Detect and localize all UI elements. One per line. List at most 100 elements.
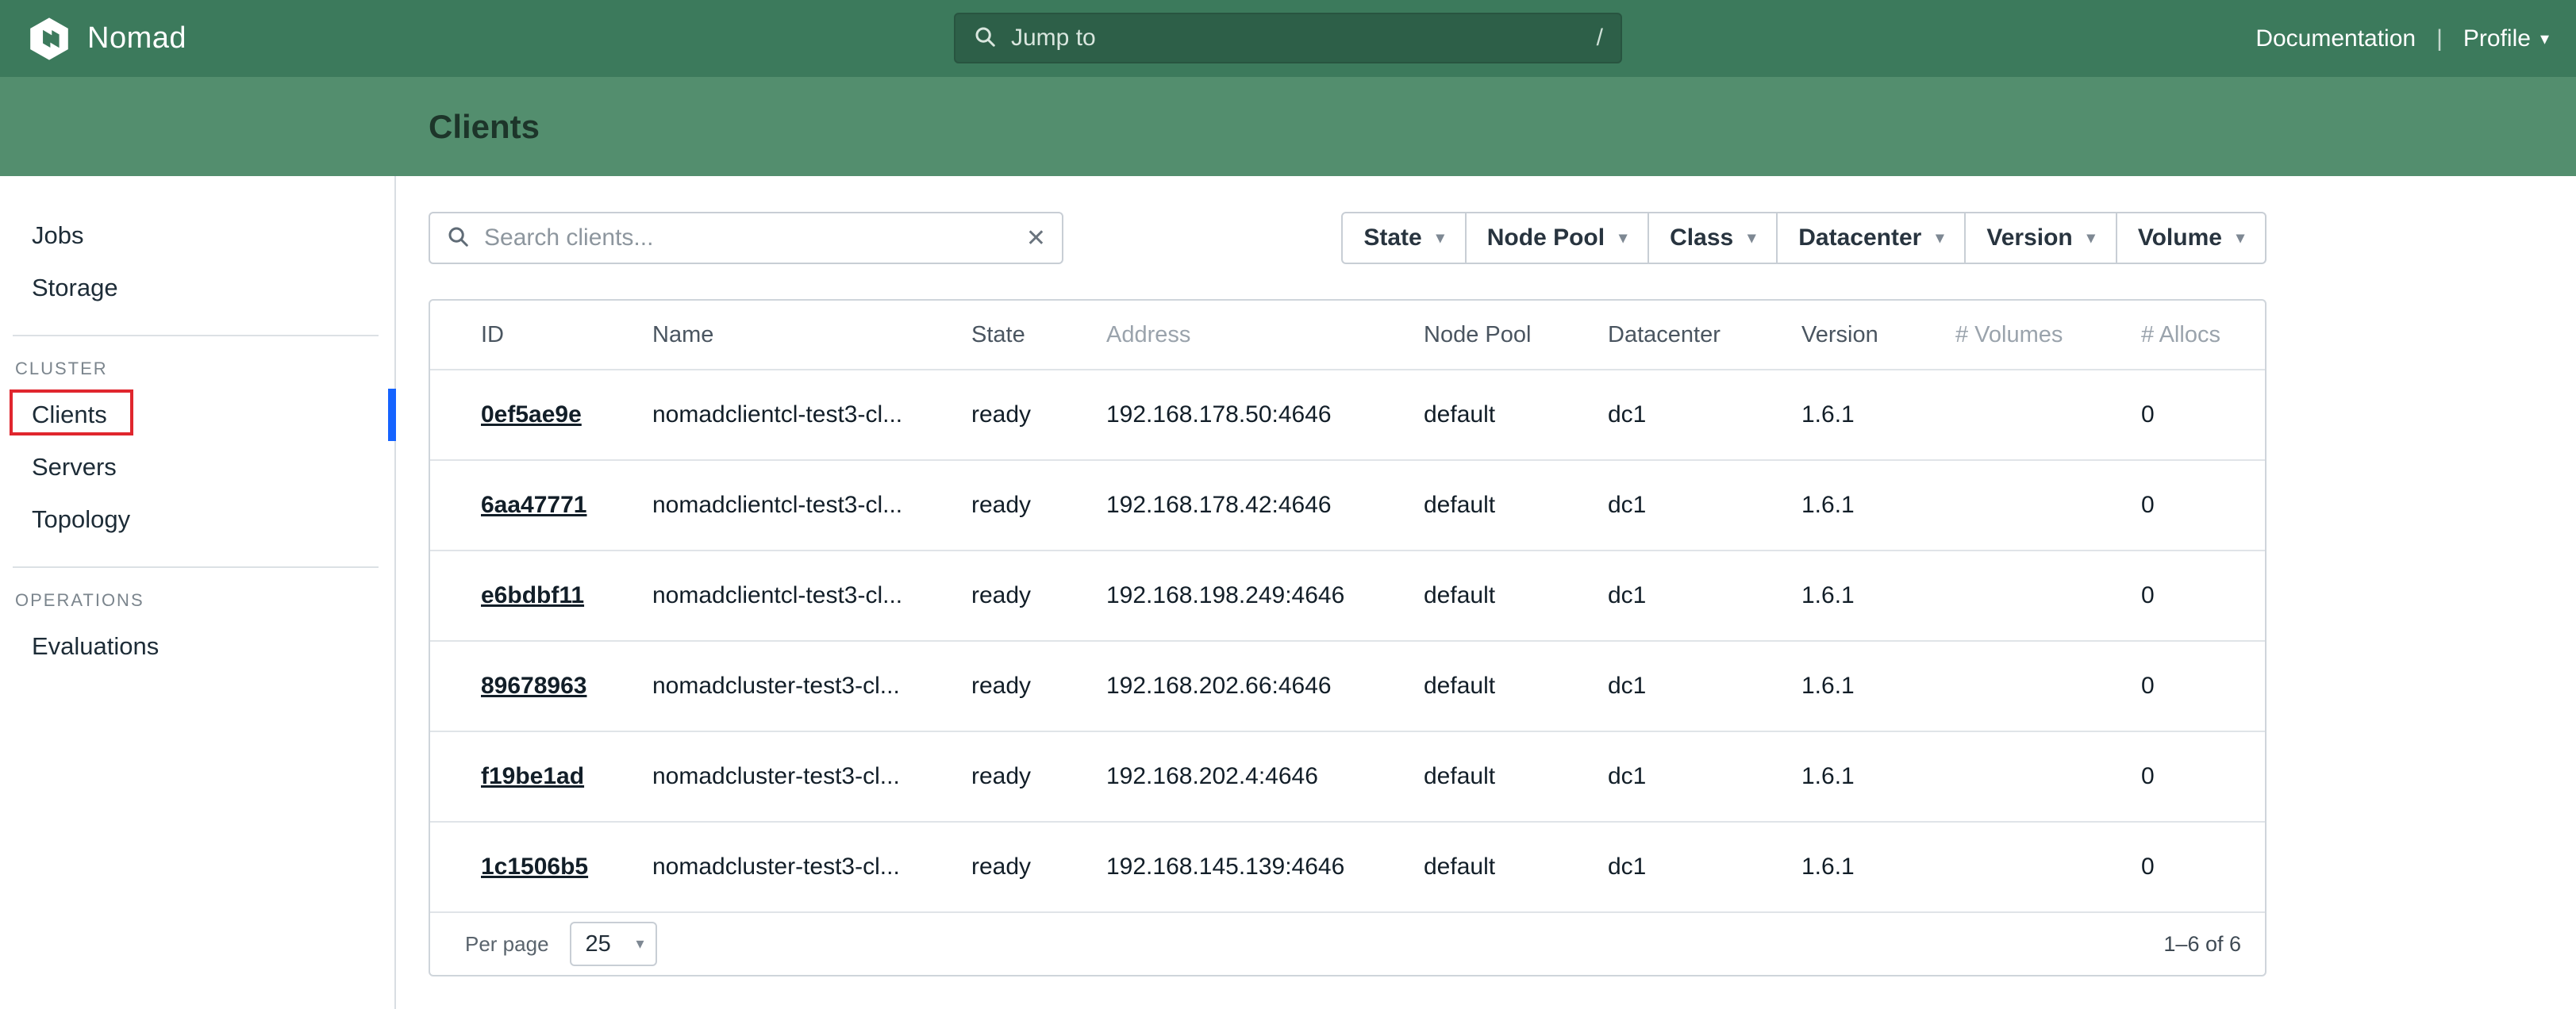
table-row[interactable]: 89678963 nomadcluster-test3-cl... ready … [430,640,2265,731]
filter-volume[interactable]: Volume▾ [2116,212,2266,264]
filter-state[interactable]: State▾ [1341,212,1466,264]
column-header-volumes: # Volumes [1955,322,2141,348]
column-header-id[interactable]: ID [481,322,652,348]
client-state: ready [971,582,1106,609]
sidebar-item-servers[interactable]: Servers [0,441,394,493]
nomad-app: Nomad / Documentation | Profile ▾ Client… [0,0,2576,1009]
client-allocs: 0 [2141,401,2265,428]
client-name: nomadclientcl-test3-cl... [652,582,971,609]
sidebar-divider [13,335,379,336]
client-state: ready [971,492,1106,519]
filter-class[interactable]: Class▾ [1647,212,1778,264]
client-node-pool: default [1424,492,1608,519]
client-name: nomadcluster-test3-cl... [652,763,971,790]
client-node-pool: default [1424,854,1608,880]
table-row[interactable]: 1c1506b5 nomadcluster-test3-cl... ready … [430,821,2265,911]
sidebar-divider [13,566,379,568]
filter-group: State▾ Node Pool▾ Class▾ Datacenter▾ Ver… [1341,212,2266,264]
keyboard-shortcut-hint: / [1597,25,1603,52]
sidebar-item-storage[interactable]: Storage [0,262,394,314]
client-datacenter: dc1 [1608,763,1801,790]
table-row[interactable]: f19be1ad nomadcluster-test3-cl... ready … [430,731,2265,821]
client-version: 1.6.1 [1801,492,1955,519]
client-state: ready [971,763,1106,790]
sidebar-item-evaluations[interactable]: Evaluations [0,620,394,673]
caret-down-icon: ▾ [2087,230,2095,246]
client-address: 192.168.202.66:4646 [1106,673,1424,700]
column-header-name[interactable]: Name [652,322,971,348]
column-header-version[interactable]: Version [1801,322,1955,348]
client-allocs: 0 [2141,582,2265,609]
client-name: nomadclientcl-test3-cl... [652,492,971,519]
per-page-label: Per page [465,932,549,957]
client-version: 1.6.1 [1801,763,1955,790]
client-allocs: 0 [2141,763,2265,790]
clients-toolbar: ✕ State▾ Node Pool▾ Class▾ Datacenter▾ V… [429,212,2266,264]
clear-search-icon[interactable]: ✕ [1026,224,1046,252]
table-header-row: ID Name State Address Node Pool Datacent… [430,301,2265,369]
client-name: nomadcluster-test3-cl... [652,673,971,700]
client-allocs: 0 [2141,492,2265,519]
client-address: 192.168.178.50:4646 [1106,401,1424,428]
caret-down-icon: ▾ [1936,230,1944,246]
caret-down-icon: ▾ [1747,230,1755,246]
client-id-link[interactable]: 89678963 [481,673,586,699]
client-version: 1.6.1 [1801,673,1955,700]
sidebar-item-jobs[interactable]: Jobs [0,209,394,262]
caret-down-icon: ▾ [636,936,644,952]
links-divider: | [2436,25,2443,52]
column-header-address: Address [1106,322,1424,348]
client-datacenter: dc1 [1608,673,1801,700]
documentation-link[interactable]: Documentation [2255,25,2416,52]
sidebar-item-topology[interactable]: Topology [0,493,394,546]
client-state: ready [971,673,1106,700]
column-header-state[interactable]: State [971,322,1106,348]
brand-home-link[interactable]: Nomad [27,17,186,61]
clients-table: ID Name State Address Node Pool Datacent… [429,299,2266,976]
caret-down-icon: ▾ [2540,30,2549,48]
table-footer: Per page 25 ▾ 1–6 of 6 [430,911,2265,975]
pagination-range: 1–6 of 6 [2163,932,2241,957]
filter-node-pool[interactable]: Node Pool▾ [1465,212,1649,264]
client-id-link[interactable]: 1c1506b5 [481,854,588,880]
filter-datacenter[interactable]: Datacenter▾ [1776,212,1966,264]
topbar-links: Documentation | Profile ▾ [2255,25,2549,52]
column-header-node-pool[interactable]: Node Pool [1424,322,1608,348]
client-datacenter: dc1 [1608,582,1801,609]
sidebar-section-cluster: CLUSTER [0,354,394,389]
client-id-link[interactable]: 6aa47771 [481,492,586,518]
client-id-link[interactable]: e6bdbf11 [481,582,584,608]
client-version: 1.6.1 [1801,854,1955,880]
search-clients-box[interactable]: ✕ [429,212,1063,264]
client-id-link[interactable]: 0ef5ae9e [481,401,582,428]
client-version: 1.6.1 [1801,582,1955,609]
client-node-pool: default [1424,401,1608,428]
table-row[interactable]: 0ef5ae9e nomadclientcl-test3-cl... ready… [430,369,2265,459]
client-name: nomadcluster-test3-cl... [652,854,971,880]
client-datacenter: dc1 [1608,401,1801,428]
client-address: 192.168.198.249:4646 [1106,582,1424,609]
jump-to-search[interactable]: / [954,13,1622,63]
search-icon [973,25,997,52]
client-allocs: 0 [2141,854,2265,880]
client-datacenter: dc1 [1608,492,1801,519]
search-icon [446,224,470,252]
active-item-indicator [388,389,396,441]
topbar: Nomad / Documentation | Profile ▾ [0,0,2576,77]
per-page-select[interactable]: 25 ▾ [570,922,657,966]
profile-menu[interactable]: Profile ▾ [2463,25,2549,52]
filter-version[interactable]: Version▾ [1964,212,2117,264]
client-allocs: 0 [2141,673,2265,700]
column-header-datacenter[interactable]: Datacenter [1608,322,1801,348]
client-state: ready [971,854,1106,880]
brand-name: Nomad [87,21,186,56]
jump-to-input[interactable] [1009,24,1584,52]
table-row[interactable]: e6bdbf11 nomadclientcl-test3-cl... ready… [430,550,2265,640]
caret-down-icon: ▾ [1619,230,1627,246]
client-id-link[interactable]: f19be1ad [481,763,584,789]
client-name: nomadclientcl-test3-cl... [652,401,971,428]
table-row[interactable]: 6aa47771 nomadclientcl-test3-cl... ready… [430,459,2265,550]
client-address: 192.168.202.4:4646 [1106,763,1424,790]
sidebar-item-clients[interactable]: Clients [0,389,394,441]
search-clients-input[interactable] [483,224,1013,252]
